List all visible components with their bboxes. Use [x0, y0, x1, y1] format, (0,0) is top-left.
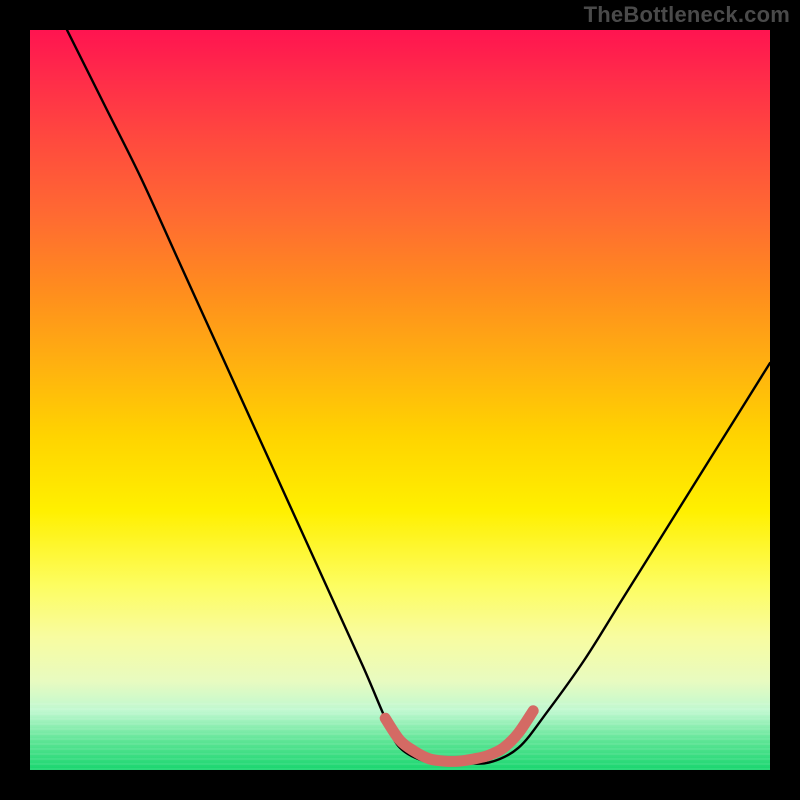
bottleneck-curve-path	[67, 30, 770, 764]
plot-area	[30, 30, 770, 770]
curves-svg	[30, 30, 770, 770]
chart-frame: TheBottleneck.com	[0, 0, 800, 800]
watermark-text: TheBottleneck.com	[584, 2, 790, 28]
